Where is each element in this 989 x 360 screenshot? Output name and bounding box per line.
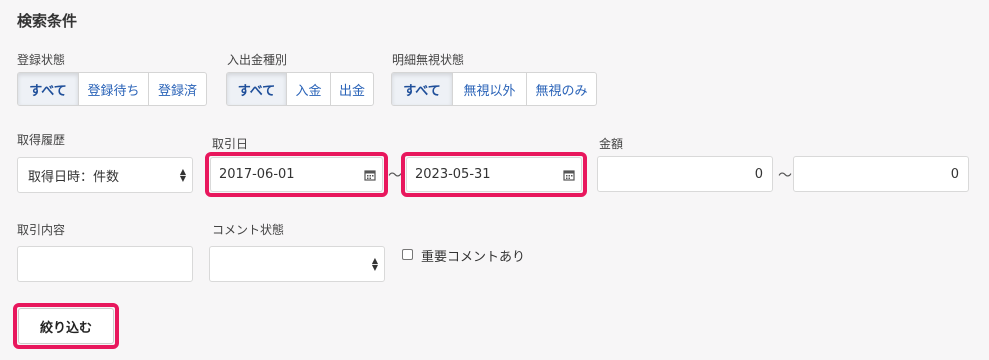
registration-status-label: 登録状態 (17, 53, 66, 67)
deposit-type-expense[interactable]: 出金 (330, 73, 373, 105)
deposit-type-income[interactable]: 入金 (286, 73, 330, 105)
ignore-status-segmented: すべて 無視以外 無視のみ (391, 72, 597, 106)
registration-status-registered[interactable]: 登録済 (148, 73, 206, 105)
calendar-icon[interactable] (364, 169, 376, 181)
transaction-content-label: 取引内容 (17, 223, 66, 237)
select-arrows-icon: ▲ ▼ (179, 167, 186, 183)
transaction-date-to-input[interactable]: 2023-05-31 (406, 157, 582, 192)
ignore-status-ignored-only[interactable]: 無視のみ (526, 73, 596, 105)
comment-status-select[interactable]: ▲ ▼ (209, 246, 385, 282)
filter-button[interactable]: 絞り込む (18, 308, 114, 344)
amount-from-value: 0 (754, 166, 763, 182)
registration-status-segmented: すべて 登録待ち 登録済 (17, 72, 207, 106)
date-range-separator: 〜 (388, 168, 402, 184)
section-title: 検索条件 (17, 12, 78, 30)
ignore-status-label: 明細無視状態 (392, 53, 465, 67)
select-arrows-icon: ▲ ▼ (371, 256, 378, 272)
amount-to-value: 0 (950, 166, 959, 182)
acquisition-history-select[interactable]: 取得日時：件数 ▲ ▼ (17, 157, 193, 193)
transaction-date-label: 取引日 (212, 137, 249, 151)
amount-range-separator: 〜 (778, 168, 792, 184)
important-comment-label: 重要コメントあり (421, 250, 526, 265)
amount-label: 金額 (599, 137, 624, 151)
acquisition-history-label: 取得履歴 (17, 133, 66, 147)
acquisition-history-value: 取得日時：件数 (28, 169, 120, 185)
amount-to-input[interactable]: 0 (793, 156, 969, 192)
deposit-type-all[interactable]: すべて (227, 73, 286, 105)
calendar-icon[interactable] (563, 169, 575, 181)
transaction-date-to-value: 2023-05-31 (415, 167, 491, 182)
registration-status-pending[interactable]: 登録待ち (78, 73, 148, 105)
ignore-status-all[interactable]: すべて (392, 73, 452, 105)
transaction-date-from-input[interactable]: 2017-06-01 (210, 157, 383, 192)
important-comment-checkbox[interactable] (402, 249, 413, 260)
transaction-content-input[interactable] (17, 246, 193, 282)
transaction-date-from-value: 2017-06-01 (219, 167, 295, 182)
amount-from-input[interactable]: 0 (597, 156, 773, 192)
deposit-type-segmented: すべて 入金 出金 (226, 72, 374, 106)
ignore-status-not-ignored[interactable]: 無視以外 (452, 73, 526, 105)
deposit-type-label: 入出金種別 (227, 53, 288, 67)
comment-status-label: コメント状態 (212, 223, 285, 237)
registration-status-all[interactable]: すべて (18, 73, 78, 105)
